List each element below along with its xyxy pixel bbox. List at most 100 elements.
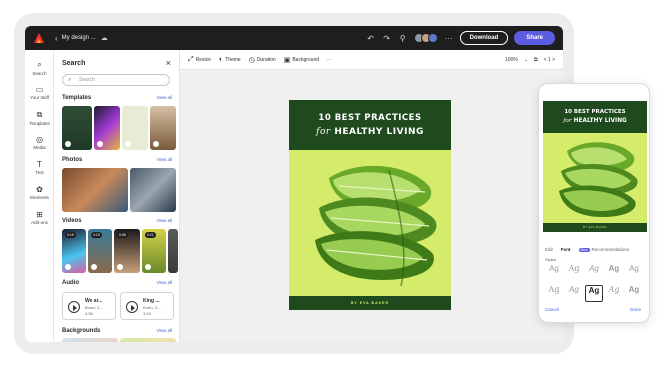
video-thumbnail[interactable]: 0:15 (62, 229, 86, 273)
poster-byline[interactable]: BY EVA BAKER (289, 296, 451, 310)
document-name[interactable]: My design ... (62, 35, 96, 41)
done-button[interactable]: Done (630, 307, 641, 312)
section-audio: Audio View all (62, 280, 172, 286)
rail-item-media[interactable]: ◎ Media (25, 135, 54, 150)
top-bar-actions: ↶ ↷ ⚲ ··· Download Share (366, 26, 555, 50)
play-button-icon[interactable] (126, 301, 138, 313)
photo-thumbnail[interactable] (130, 168, 176, 212)
font-style-option[interactable]: Ag (565, 264, 583, 281)
rail-item-templates[interactable]: ⧉ Templates (25, 110, 54, 126)
font-style-option[interactable]: Ag (605, 285, 623, 302)
resize-button[interactable]: ⤢ Resize (188, 56, 211, 64)
left-rail: ⌕ Search ▭ Your stuff ⧉ Templates ◎ Media TT… (25, 50, 54, 342)
more-tools-button[interactable]: ··· (327, 57, 332, 63)
chevron-down-icon[interactable]: ⌄ (524, 57, 528, 63)
view-all-link[interactable]: View all (157, 157, 172, 162)
rail-item-add-ons[interactable]: ⊞ Add-ons (25, 210, 54, 225)
video-thumbnail[interactable] (168, 229, 178, 273)
lettuce-image[interactable] (289, 150, 451, 296)
resize-label: Resize (195, 56, 211, 63)
video-thumbnail[interactable]: 0:06 (114, 229, 140, 273)
font-style-option[interactable]: Ag (605, 264, 623, 281)
mobile-tabs: Edit Font New Recommendations (545, 247, 645, 252)
section-title: Photos (62, 157, 83, 163)
pages-icon[interactable]: ⧉ (534, 57, 538, 63)
font-style-option[interactable]: Ag (625, 285, 643, 302)
play-button-icon[interactable] (68, 301, 80, 313)
photo-thumbnail[interactable] (62, 168, 128, 212)
poster-title-for: for (316, 127, 331, 137)
video-thumbnail[interactable]: 0:21 (142, 229, 166, 273)
undo-icon[interactable]: ↶ (366, 34, 376, 43)
page-navigator[interactable]: < 1 > (544, 57, 555, 63)
back-chevron-icon[interactable]: ‹ (55, 34, 58, 43)
more-icon[interactable]: ··· (444, 34, 454, 43)
view-all-link[interactable]: View all (157, 280, 172, 285)
audio-item[interactable]: We ar... Bossi, C... 4:35 (62, 292, 116, 320)
download-button[interactable]: Download (459, 31, 509, 45)
design-page[interactable]: 10 BEST PRACTICES for HEALTHY LIVING BY … (289, 100, 451, 310)
audio-title: We ar... (85, 298, 103, 304)
duration-label: Duration (256, 56, 276, 63)
font-style-sample: Ag (608, 285, 620, 294)
view-all-link[interactable]: View all (157, 328, 172, 333)
rail-item-search[interactable]: ⌕ Search (25, 60, 54, 76)
video-thumbnail[interactable]: 0:10 (88, 229, 112, 273)
addons-icon: ⊞ (36, 210, 43, 219)
mobile-design-page[interactable]: 10 BEST PRACTICES for HEALTHY LIVING BY … (543, 101, 647, 232)
background-thumbnail[interactable] (62, 338, 118, 342)
search-input[interactable]: ⌕ Search (62, 74, 170, 86)
clock-icon: ◷ (248, 56, 255, 64)
collaborator-avatars[interactable] (413, 33, 438, 43)
rail-item-elements[interactable]: ✿ Elements (25, 185, 54, 200)
lightbulb-icon[interactable]: ⚲ (398, 34, 408, 43)
tab-font[interactable]: Font (561, 247, 571, 252)
font-style-option[interactable]: Ag (585, 264, 603, 281)
font-style-sample: Ag (569, 285, 579, 294)
font-style-sample: Ag (549, 264, 559, 273)
adobe-express-logo[interactable] (33, 32, 45, 44)
rail-label: Text (35, 170, 44, 175)
view-all-link[interactable]: View all (157, 218, 172, 223)
tab-recommendations[interactable]: New Recommendations (578, 247, 630, 252)
tab-recommendations-label: Recommendations (591, 247, 630, 252)
poster-title-line1[interactable]: 10 BEST PRACTICES (289, 113, 451, 123)
tab-edit[interactable]: Edit (545, 247, 553, 252)
background-button[interactable]: ▣ Background (284, 56, 319, 64)
rail-item-your-stuff[interactable]: ▭ Your stuff (25, 85, 54, 100)
background-thumbnail[interactable] (120, 338, 176, 342)
font-style-option[interactable]: Ag (625, 264, 643, 281)
theme-button[interactable]: ◐ Theme (219, 56, 241, 63)
font-style-option-selected[interactable]: Ag (585, 285, 603, 302)
laptop-frame: ‹ My design ... ☁ ↶ ↷ ⚲ ··· Download Sha… (14, 13, 574, 354)
audio-artist: Bossi, C... (85, 305, 104, 310)
section-title: Templates (62, 95, 92, 101)
font-style-option[interactable]: Ag (545, 285, 563, 302)
zoom-select[interactable]: 100% (505, 57, 518, 63)
template-thumbnail[interactable] (94, 106, 120, 150)
search-icon: ⌕ (68, 77, 72, 83)
font-style-sample: Ag (629, 264, 639, 273)
view-all-link[interactable]: View all (157, 95, 172, 100)
share-button[interactable]: Share (514, 31, 555, 45)
template-thumbnail[interactable] (150, 106, 176, 150)
close-icon[interactable]: × (166, 58, 171, 68)
play-icon (65, 264, 71, 270)
poster-title-rest: HEALTHY LIVING (334, 127, 424, 137)
font-style-option[interactable]: Ag (565, 285, 583, 302)
theme-label: Theme (225, 56, 241, 63)
play-icon (97, 141, 103, 147)
rail-item-text[interactable]: T Text (25, 160, 54, 175)
duration-button[interactable]: ◷ Duration (249, 56, 276, 64)
mobile-lettuce-image (559, 142, 638, 217)
search-panel: Search × ⌕ Search Templates View all Pho… (54, 50, 180, 342)
template-thumbnail[interactable] (62, 106, 92, 150)
redo-icon[interactable]: ↷ (382, 34, 392, 43)
cancel-button[interactable]: Cancel (545, 307, 559, 312)
poster-title-line2[interactable]: for HEALTHY LIVING (289, 127, 451, 137)
font-style-option[interactable]: Ag (545, 264, 563, 281)
mobile-poster-title-line2: for HEALTHY LIVING (543, 118, 647, 124)
canvas-area[interactable]: 10 BEST PRACTICES for HEALTHY LIVING BY … (180, 70, 563, 342)
audio-item[interactable]: King ... Kurth, C... 3:24 (120, 292, 174, 320)
template-thumbnail[interactable] (122, 106, 148, 150)
